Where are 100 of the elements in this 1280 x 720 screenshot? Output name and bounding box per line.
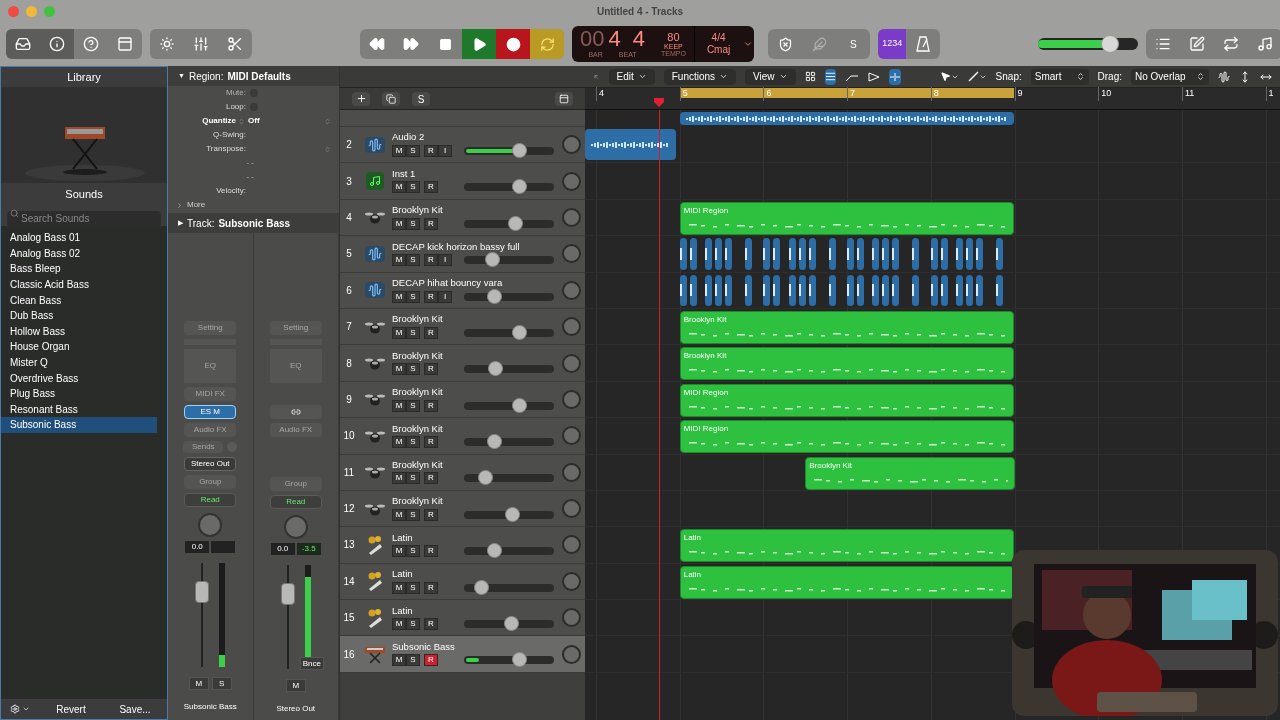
bounce-button[interactable]: Bnce <box>299 657 324 670</box>
track-header-row[interactable]: 9 Brooklyn Kit M S R <box>340 381 585 419</box>
solo-button[interactable]: S <box>406 399 420 412</box>
mute-button[interactable]: M <box>392 654 406 667</box>
track-number: 12 <box>342 502 356 517</box>
mute-button[interactable]: M <box>392 181 406 194</box>
sound-item[interactable]: House Organ <box>1 339 157 355</box>
mute-button[interactable]: M <box>392 363 406 376</box>
drag-select[interactable]: No Overlap <box>1131 68 1209 85</box>
mute-button[interactable]: M <box>392 618 406 630</box>
track-header-row[interactable]: 15 Latin M S R <box>340 600 585 637</box>
solo-button[interactable]: S <box>406 326 420 339</box>
track-header-row[interactable]: 3 Inst 1 M S R <box>340 163 585 200</box>
record-enable-button[interactable]: R <box>424 399 438 412</box>
track-header-row[interactable]: 11 Brooklyn Kit M S R <box>340 454 585 491</box>
track-number: 10 <box>342 429 356 444</box>
mute-button[interactable]: M <box>392 144 406 157</box>
sound-item[interactable]: Classic Acid Bass <box>1 276 157 293</box>
global-solo-button[interactable]: S <box>412 91 430 106</box>
track-header-row[interactable]: 16 Subsonic Bass M S R <box>340 636 585 673</box>
solo-button[interactable]: S <box>406 508 420 521</box>
track-name: Audio 2 <box>392 132 426 142</box>
solo-button[interactable]: S <box>406 144 420 157</box>
search-field[interactable]: Search Sounds <box>7 210 161 227</box>
record-enable-button[interactable]: R <box>424 144 438 157</box>
mute-button[interactable]: M <box>392 436 406 449</box>
record-enable-button[interactable]: R <box>424 545 438 558</box>
sound-item[interactable]: Resonant Bass <box>1 401 157 418</box>
record-enable-button[interactable]: R <box>424 436 438 449</box>
save-button[interactable]: Save... <box>103 701 167 717</box>
record-enable-button[interactable]: R <box>424 654 438 667</box>
mute-button[interactable]: M <box>392 326 406 339</box>
menu-button[interactable]: Edit <box>608 68 655 85</box>
mute-button[interactable]: M <box>392 472 406 485</box>
record-enable-button[interactable]: R <box>424 618 438 630</box>
input-monitor-button[interactable]: I <box>438 290 452 303</box>
record-enable-button[interactable]: R <box>424 326 438 339</box>
sound-item[interactable]: Clean Bass <box>1 292 157 308</box>
record-enable-button[interactable]: R <box>424 508 438 521</box>
sound-item[interactable]: Hollow Bass <box>1 323 157 340</box>
snap-select[interactable]: Smart <box>1030 68 1089 85</box>
solo-button[interactable]: S <box>406 290 420 303</box>
solo-button[interactable]: S <box>406 363 420 376</box>
track-header-row[interactable]: 8 Brooklyn Kit M S R <box>340 345 585 382</box>
mute-button[interactable]: M <box>392 290 406 303</box>
sound-item[interactable]: Subsonic Bass <box>1 417 157 433</box>
solo-button[interactable]: S <box>406 618 420 630</box>
mute-button[interactable]: M <box>392 581 406 594</box>
record-enable-button[interactable]: R <box>424 581 438 594</box>
sound-item[interactable]: Dub Bass <box>1 307 157 324</box>
track-header-row[interactable]: 14 Latin M S R <box>340 563 585 601</box>
mute-button[interactable]: M <box>392 399 406 412</box>
mute-button[interactable]: M <box>392 545 406 558</box>
record-enable-button[interactable]: R <box>424 217 438 230</box>
solo-button[interactable]: S <box>406 254 420 267</box>
strip-button[interactable]: M <box>188 676 209 690</box>
sound-item[interactable]: Plug Bass <box>1 385 157 402</box>
automation-mode[interactable]: Read <box>184 493 237 507</box>
more-disclosure[interactable]: More <box>187 199 206 211</box>
track-header-row[interactable]: 7 Brooklyn Kit M S R <box>340 308 585 346</box>
menu-button[interactable]: Functions <box>663 68 737 85</box>
instrument-slot[interactable]: ES M <box>184 405 237 419</box>
bar-number: 10 <box>1098 87 1112 101</box>
sound-item[interactable]: Mister Q <box>1 354 157 371</box>
mute-button[interactable]: M <box>392 508 406 521</box>
mute-button[interactable]: M <box>392 217 406 230</box>
sound-item[interactable]: Analog Bass 01 <box>1 230 157 246</box>
sound-item[interactable]: Overdrive Bass <box>1 370 157 386</box>
solo-button[interactable]: S <box>406 472 420 485</box>
record-enable-button[interactable]: R <box>424 472 438 485</box>
input-monitor-button[interactable]: I <box>438 144 452 157</box>
menu-button[interactable]: View <box>745 68 796 85</box>
record-enable-button[interactable]: R <box>424 254 438 267</box>
input-monitor-button[interactable]: I <box>438 254 452 267</box>
count-in-button[interactable]: 1234 <box>878 29 907 59</box>
track-header-row[interactable]: 5 DECAP kick horizon bassy full M S R I <box>340 236 585 273</box>
record-enable-button[interactable]: R <box>424 290 438 303</box>
solo-button[interactable]: S <box>406 217 420 230</box>
revert-button[interactable]: Revert <box>39 701 103 717</box>
strip-button[interactable]: M <box>285 678 306 692</box>
record-enable-button[interactable]: R <box>424 363 438 376</box>
sound-item[interactable]: Analog Bass 02 <box>1 245 157 262</box>
quantize-value[interactable]: Off <box>248 115 260 127</box>
track-header-row[interactable]: 4 Brooklyn Kit M S R <box>340 199 585 237</box>
record-enable-button[interactable]: R <box>424 181 438 194</box>
solo-button[interactable]: S <box>406 181 420 194</box>
track-header-row[interactable]: 12 Brooklyn Kit M S R <box>340 490 585 528</box>
track-header-row[interactable]: 10 Brooklyn Kit M S R <box>340 418 585 455</box>
track-header-row[interactable]: 2 Audio 2 M S R I <box>340 127 585 164</box>
mute-button[interactable]: M <box>392 254 406 267</box>
solo-button[interactable]: S <box>406 654 420 667</box>
sound-item[interactable]: Bass Bleep <box>1 261 157 277</box>
solo-button[interactable]: S <box>406 545 420 558</box>
solo-button[interactable]: S <box>406 581 420 594</box>
track-header-row[interactable]: 13 Latin M S R <box>340 527 585 564</box>
track-header-row[interactable]: 6 DECAP hihat bouncy vara M S R I <box>340 272 585 309</box>
strip-button[interactable]: S <box>211 676 232 690</box>
solo-button[interactable]: S <box>406 436 420 449</box>
automation-mode[interactable]: Read <box>269 495 322 509</box>
output-slot[interactable]: Stereo Out <box>184 457 237 471</box>
